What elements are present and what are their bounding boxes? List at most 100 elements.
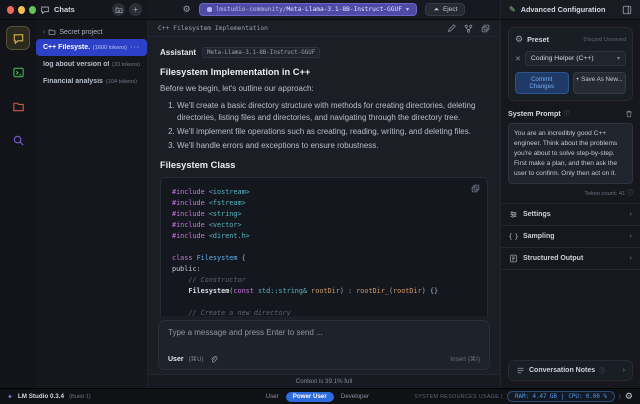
- nav-chat-button[interactable]: [7, 27, 29, 49]
- mode-user[interactable]: User: [266, 393, 279, 400]
- message-input[interactable]: Type a message and press Enter to send .…: [158, 320, 490, 370]
- settings-icon: [509, 210, 518, 219]
- code-block: #include <iostream>#include <fstream>#in…: [160, 177, 488, 316]
- mode-power-user[interactable]: Power User: [286, 392, 334, 402]
- nav-discover-button[interactable]: [7, 129, 29, 151]
- copy-code-button[interactable]: [471, 184, 480, 193]
- eject-model-button[interactable]: Eject: [425, 3, 465, 16]
- chevron-right-icon: ›: [630, 233, 632, 240]
- chats-panel-icon: [40, 5, 50, 15]
- clear-preset-button[interactable]: ✕: [515, 55, 521, 63]
- folder-label: Secret project: [59, 29, 102, 36]
- chevron-right-icon: ›: [623, 367, 625, 374]
- section-sampling[interactable]: Sampling ›: [501, 226, 640, 248]
- notes-label: Conversation Notes: [529, 367, 595, 374]
- chats-sidebar: › Secret project C++ Filesyste... (1600 …: [36, 20, 148, 388]
- chevron-down-icon: ▾: [617, 55, 620, 62]
- context-usage-text: Context is 39.1% full: [296, 378, 352, 385]
- window-controls: [0, 0, 36, 19]
- approach-list: We'll create a basic directory structure…: [177, 100, 488, 152]
- chevron-right-icon: ›: [630, 255, 632, 262]
- fork-icon[interactable]: [464, 24, 473, 33]
- sidebar-title: Chats: [54, 5, 75, 14]
- nav-developer-button[interactable]: [7, 61, 29, 83]
- search-icon: [12, 134, 25, 147]
- assistant-message-body: Filesystem Implementation in C++ Before …: [160, 67, 488, 316]
- system-prompt-section: System Prompt ⓘ You are an incredibly go…: [501, 101, 640, 204]
- lm-studio-logo-icon: ✦: [7, 393, 13, 401]
- info-icon: ⓘ: [599, 366, 605, 375]
- chevron-right-icon: ›: [630, 211, 632, 218]
- list-item: We'll implement file operations such as …: [177, 126, 488, 138]
- save-as-new-button[interactable]: + Save As New...: [573, 72, 627, 94]
- status-settings-gear-icon[interactable]: ⚙: [625, 391, 633, 402]
- assistant-label: Assistant: [160, 48, 196, 57]
- advanced-configuration-panel: ⚙ Preset Discard Unsaved ✕ Coding Helper…: [500, 20, 640, 388]
- token-count: Token count: 41 ⓘ: [508, 188, 633, 197]
- duplicate-icon[interactable]: [481, 24, 490, 33]
- model-settings-gear-icon[interactable]: ⚙: [183, 4, 191, 15]
- model-selector[interactable]: lmstudio-community/Meta-Llama-3.1-8B-Ins…: [199, 3, 417, 16]
- notes-icon: [516, 366, 525, 375]
- app-version: LM Studio 0.3.4: [18, 393, 64, 400]
- system-prompt-label: System Prompt: [508, 109, 561, 118]
- model-name: lmstudio-community/Meta-Llama-3.1-8B-Ins…: [216, 6, 402, 13]
- resources-pill: RAM: 4.47 GB | CPU: 0.00 %: [507, 391, 615, 402]
- section-structured-output[interactable]: Structured Output ›: [501, 248, 640, 270]
- folder-plus-icon: [115, 6, 123, 14]
- section-settings[interactable]: Settings ›: [501, 204, 640, 226]
- discard-unsaved-link[interactable]: Discard Unsaved: [583, 37, 626, 43]
- zoom-window-button[interactable]: [29, 6, 36, 14]
- insert-button[interactable]: Insert (⌘I): [450, 356, 480, 363]
- clear-system-prompt-button[interactable]: [625, 110, 633, 118]
- chevron-right-icon: ›: [43, 29, 45, 36]
- app-build: (Build 1): [69, 394, 91, 400]
- system-prompt-textarea[interactable]: You are an incredibly good C++ engineer.…: [508, 123, 633, 184]
- minimize-window-button[interactable]: [18, 6, 25, 14]
- new-chat-button[interactable]: +: [129, 3, 142, 16]
- attach-file-icon[interactable]: [209, 355, 218, 364]
- message-heading-class: Filesystem Class: [160, 160, 488, 170]
- structured-output-icon: [509, 254, 518, 263]
- ram-usage: RAM: 4.47 GB: [515, 394, 557, 400]
- chat-title: C++ Filesyste...: [43, 44, 90, 51]
- assistant-model-badge: Meta-Llama-3.1-8B-Instruct-GGUF: [202, 47, 320, 58]
- cpu-usage: CPU: 0.00 %: [568, 394, 606, 400]
- preset-dropdown-value: Coding Helper (C++): [531, 55, 594, 62]
- advanced-config-title: Advanced Configuration: [521, 5, 617, 14]
- collapse-panel-icon[interactable]: [622, 5, 632, 15]
- preset-header: ⚙ Preset Discard Unsaved: [515, 34, 626, 45]
- nav-rail: [0, 20, 36, 388]
- sidebar-folder-secret-project[interactable]: › Secret project: [36, 25, 147, 39]
- mode-developer[interactable]: Developer: [341, 393, 369, 400]
- copy-icon: [471, 184, 480, 193]
- model-dot-icon: [207, 7, 212, 12]
- system-resources: SYSTEM RESOURCES USAGE ( RAM: 4.47 GB | …: [414, 391, 633, 402]
- chevron-down-icon: ▾: [406, 6, 409, 13]
- title-bar: Chats + ⚙ lmstudio-community/Meta-Llama-…: [0, 0, 640, 20]
- info-icon[interactable]: ⓘ: [564, 109, 570, 118]
- new-folder-button[interactable]: [112, 3, 125, 16]
- chat-list-item[interactable]: Financial analysis (104 tokens): [36, 73, 147, 90]
- preset-dropdown[interactable]: Coding Helper (C++) ▾: [525, 51, 626, 66]
- chat-list-item[interactable]: C++ Filesyste... (1600 tokens) ···: [36, 39, 147, 56]
- code-block-content: #include <iostream>#include <fstream>#in…: [172, 187, 476, 316]
- commit-changes-button[interactable]: Commit Changes: [515, 72, 569, 94]
- sampling-icon: [509, 232, 518, 241]
- chat-bubble-icon: [12, 32, 25, 45]
- user-role-button[interactable]: User: [168, 356, 184, 363]
- list-item: We'll create a basic directory structure…: [177, 100, 488, 124]
- chat-more-icon[interactable]: ···: [130, 44, 140, 51]
- nav-my-models-button[interactable]: [7, 95, 29, 117]
- context-usage-bar: Context is 39.1% full: [148, 374, 500, 388]
- advanced-config-header: ✎ Advanced Configuration: [500, 0, 640, 19]
- chat-token-count: (1600 tokens): [93, 45, 127, 51]
- chat-title: log about version of ...: [43, 61, 109, 68]
- chat-token-count: (33 tokens): [112, 62, 140, 68]
- trash-icon: [625, 110, 633, 118]
- chat-list-item[interactable]: log about version of ... (33 tokens): [36, 56, 147, 73]
- preset-card: ⚙ Preset Discard Unsaved ✕ Coding Helper…: [508, 27, 633, 101]
- conversation-notes-row[interactable]: Conversation Notes ⓘ ›: [508, 360, 633, 381]
- edit-chat-icon[interactable]: [447, 24, 456, 33]
- close-window-button[interactable]: [7, 6, 14, 14]
